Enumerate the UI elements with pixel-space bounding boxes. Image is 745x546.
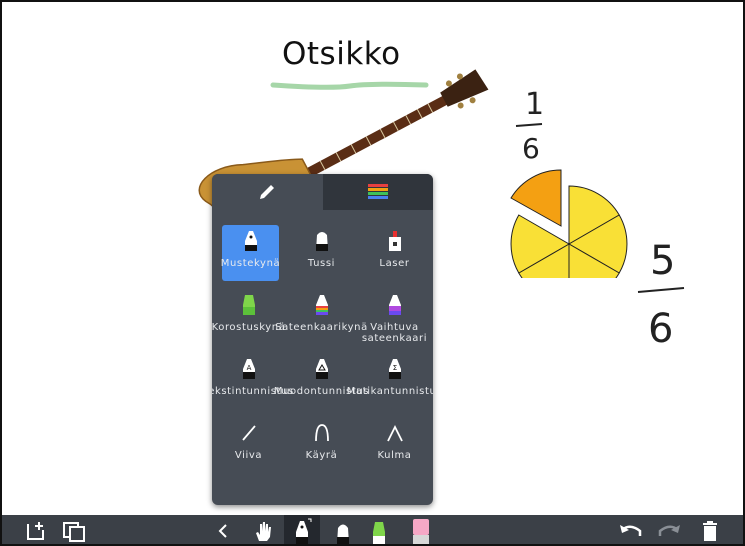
- tool-label: Viiva: [234, 450, 263, 461]
- colors-icon: [367, 184, 388, 199]
- fraction-large-denominator: 6: [648, 306, 673, 350]
- collapse-toolbar-button[interactable]: [212, 515, 234, 546]
- page-title[interactable]: Otsikko: [282, 36, 401, 72]
- tool-viiva[interactable]: Viiva: [212, 413, 285, 477]
- tool-label: Vaihtuva sateenkaari: [361, 322, 428, 344]
- pen-icon: [296, 518, 312, 545]
- laser-icon: [388, 231, 401, 251]
- add-page-button[interactable]: [22, 515, 50, 546]
- tool-muodontunnistus[interactable]: Muodontunnistus: [274, 349, 369, 413]
- highlighter-button[interactable]: [364, 515, 394, 546]
- felt-tip-icon: [337, 524, 349, 544]
- math-recognition-pen-icon: Σ: [388, 359, 401, 379]
- angle-icon: [386, 424, 403, 442]
- rainbow-pen-icon: [315, 295, 328, 315]
- tab-pens[interactable]: [212, 174, 323, 210]
- line-icon: [241, 425, 256, 441]
- tool-sateenkaarikyna[interactable]: Sateenkaarikynä: [275, 285, 367, 349]
- highlighter-green-icon: [373, 521, 385, 544]
- pen-tool-button[interactable]: [284, 515, 320, 546]
- duplicate-page-icon: [63, 521, 85, 542]
- tab-colors[interactable]: [322, 174, 433, 210]
- tool-label: Mustekynä: [220, 258, 281, 269]
- tool-tussi[interactable]: Tussi: [285, 221, 358, 285]
- trash-icon: [703, 520, 717, 541]
- gradient-rainbow-pen-icon: [388, 295, 401, 315]
- pencil-icon: [260, 185, 275, 199]
- tool-label: Tussi: [307, 258, 336, 269]
- undo-button[interactable]: [616, 515, 646, 546]
- tool-kayra[interactable]: Käyrä: [285, 413, 358, 477]
- fraction-pie[interactable]: [505, 168, 635, 278]
- add-page-icon: [27, 521, 44, 540]
- fraction-one-sixth[interactable]: 1 6: [512, 84, 552, 164]
- felt-tip-button[interactable]: [328, 515, 358, 546]
- text-recognition-pen-icon: A: [242, 359, 255, 379]
- chevron-left-icon: [218, 523, 227, 538]
- tool-kulma[interactable]: Kulma: [358, 413, 431, 477]
- tool-vaihtuva-sateenkaari[interactable]: Vaihtuva sateenkaari: [358, 285, 431, 349]
- highlighter-icon: [242, 295, 255, 315]
- undo-icon: [620, 524, 642, 536]
- delete-button[interactable]: [696, 515, 724, 546]
- hand-icon: [256, 521, 271, 541]
- redo-button[interactable]: [654, 515, 684, 546]
- tool-label: Matikantunnistus: [346, 386, 433, 397]
- fraction-large-numerator: 5: [650, 238, 675, 284]
- svg-text:A: A: [246, 364, 251, 372]
- tool-label: Käyrä: [305, 450, 338, 461]
- marker-pen-icon: [244, 231, 257, 251]
- tool-matikantunnistus[interactable]: Σ Matikantunnistus: [347, 349, 433, 413]
- fraction-small-numerator: 1: [525, 87, 544, 122]
- fraction-small-denominator: 6: [522, 132, 540, 164]
- curve-icon: [314, 424, 329, 442]
- tool-mustekyna[interactable]: Mustekynä: [220, 225, 281, 281]
- felt-tip-icon: [315, 232, 328, 251]
- eraser-button[interactable]: [404, 515, 438, 546]
- bottom-toolbar: [0, 515, 745, 546]
- duplicate-page-button[interactable]: [58, 515, 90, 546]
- shape-recognition-pen-icon: [315, 359, 328, 379]
- pen-tool-panel: Mustekynä Tussi Laser Korostuskynä Satee…: [212, 174, 433, 505]
- tool-tekstintunnistus[interactable]: A Tekstintunnistus: [212, 349, 293, 413]
- tool-label: Kulma: [377, 450, 412, 461]
- tool-korostuskyna[interactable]: Korostuskynä: [212, 285, 285, 349]
- eraser-pink-icon: [413, 518, 429, 545]
- redo-icon: [658, 524, 680, 536]
- svg-text:Σ: Σ: [392, 364, 396, 372]
- tool-laser[interactable]: Laser: [358, 221, 431, 285]
- hand-tool-button[interactable]: [248, 515, 278, 546]
- tool-label: Laser: [379, 258, 410, 269]
- fraction-five-sixths[interactable]: 5 6: [632, 230, 702, 350]
